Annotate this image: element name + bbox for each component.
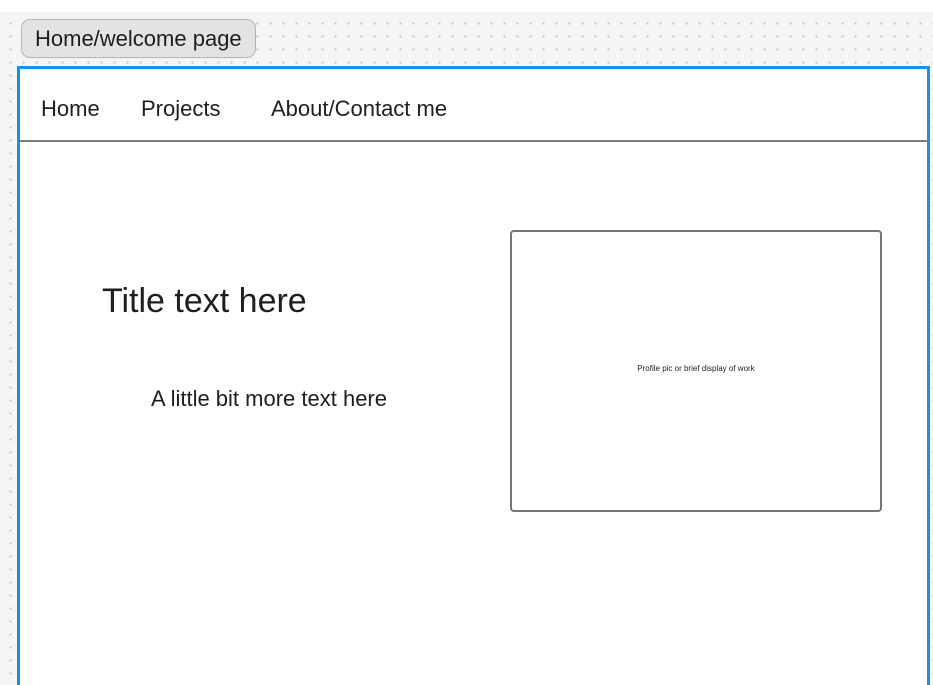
navbar: Home Projects About/Contact me [20, 69, 927, 142]
profile-image-placeholder: Profile pic or brief display of work [510, 230, 882, 512]
nav-item-about-contact[interactable]: About/Contact me [271, 96, 447, 122]
frame-name-label[interactable]: Home/welcome page [21, 19, 256, 58]
selected-frame[interactable]: Home Projects About/Contact me Title tex… [17, 66, 930, 685]
nav-item-home[interactable]: Home [41, 96, 100, 122]
design-canvas: { "canvas": { "background": "#f5f5f5", "… [0, 0, 933, 685]
hero-subtext: A little bit more text here [151, 386, 387, 411]
hero-title: Title text here [102, 282, 307, 320]
placeholder-caption: Profile pic or brief display of work [637, 364, 755, 373]
canvas-top-strip [0, 0, 933, 12]
nav-item-projects[interactable]: Projects [141, 96, 220, 122]
